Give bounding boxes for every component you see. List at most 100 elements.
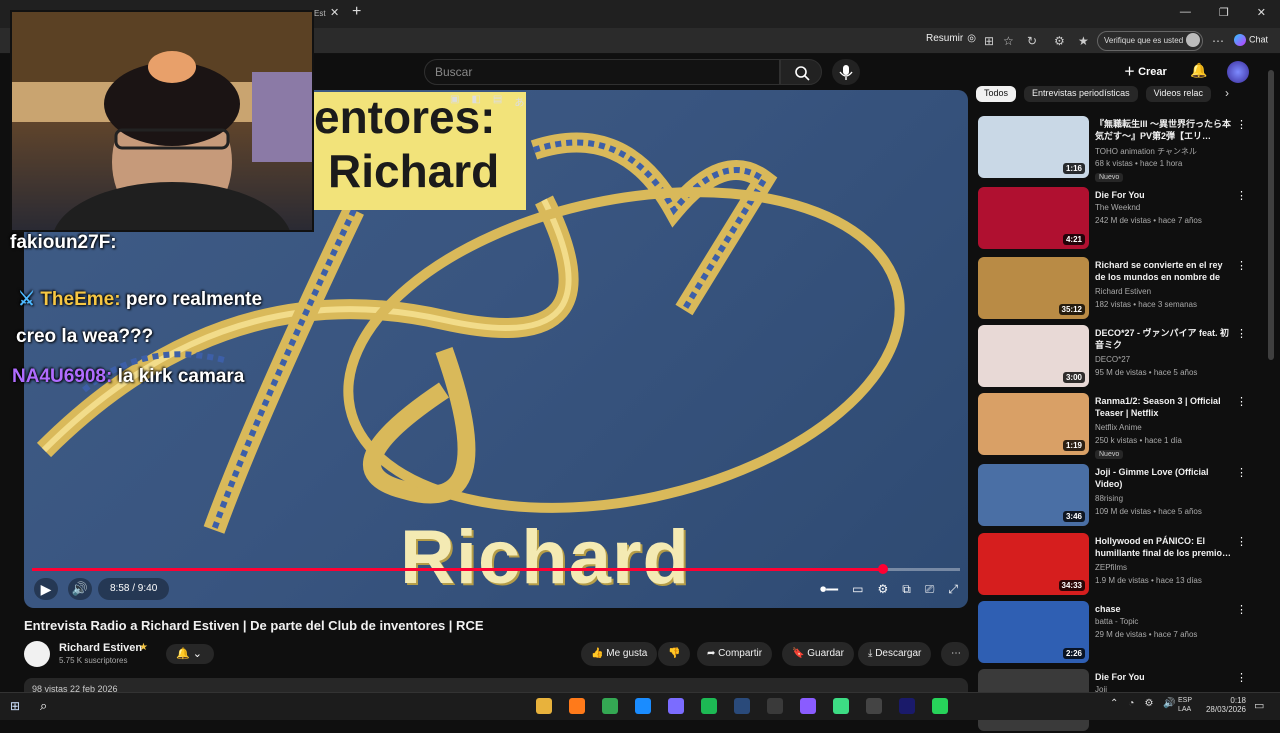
taskbar-app-icon[interactable] — [767, 698, 783, 714]
notifications-bell-icon[interactable]: 🔔 — [1190, 62, 1207, 79]
recommendation-item[interactable]: 34:33 Hollywood en PÁNICO: El humillante … — [978, 533, 1260, 597]
recommendation-title[interactable]: 『無職転生III ～異世界行ったら本気だす～』PV第2弾【エリ… — [1095, 118, 1233, 142]
picture-in-picture-icon[interactable]: ◧ — [471, 94, 480, 109]
download-button[interactable]: ⤓ Descargar — [858, 642, 932, 666]
recommendation-title[interactable]: Ranma1/2: Season 3 | Official Teaser | N… — [1095, 395, 1233, 419]
recommendation-channel[interactable]: 88rising — [1095, 494, 1123, 503]
extensions-icon[interactable]: ⚙ — [1054, 34, 1065, 48]
language-indicator[interactable]: ESP LAA — [1178, 696, 1192, 714]
reader-icon[interactable]: ⊞ — [984, 34, 994, 48]
taskbar-app-icon[interactable] — [635, 698, 651, 714]
taskbar-search-icon[interactable]: ⌕ — [40, 698, 47, 714]
more-vertical-icon[interactable]: ⋮ — [1236, 535, 1247, 548]
more-actions-button[interactable]: ⋯ — [941, 642, 969, 666]
chevron-right-icon[interactable]: › — [1225, 86, 1229, 100]
recommendation-thumbnail[interactable]: 3:00 — [978, 325, 1089, 387]
more-vertical-icon[interactable]: ⋮ — [1236, 466, 1247, 479]
recommendation-thumbnail[interactable]: 35:12 — [978, 257, 1089, 319]
recommendation-thumbnail[interactable]: 2:26 — [978, 601, 1089, 663]
taskbar-app-icon[interactable] — [602, 698, 618, 714]
chip-relacionados[interactable]: Videos relac — [1145, 86, 1211, 102]
tray-settings-icon[interactable]: ⚙ — [1144, 698, 1153, 709]
taskbar-app-icon[interactable] — [734, 698, 750, 714]
cast-icon[interactable]: ⎚ — [925, 582, 935, 597]
taskbar-app-icon[interactable] — [932, 698, 948, 714]
dislike-button[interactable]: 👎 — [658, 642, 690, 666]
recommendation-channel[interactable]: ZEPfilms — [1095, 563, 1127, 572]
notifications-icon[interactable]: ▭ — [1254, 699, 1264, 712]
recommendation-title[interactable]: Joji - Gimme Love (Official Video) — [1095, 466, 1233, 490]
more-vertical-icon[interactable]: ⋮ — [1236, 259, 1247, 272]
save-button[interactable]: 🔖 Guardar — [782, 642, 854, 666]
copilot-chat-button[interactable]: Chat — [1234, 34, 1268, 46]
chip-todos[interactable]: Todos — [976, 86, 1017, 102]
miniplayer-icon[interactable]: ⧉ — [902, 582, 911, 597]
recommendation-channel[interactable]: Netflix Anime — [1095, 423, 1142, 432]
recommendation-channel[interactable]: batta - Topic — [1095, 617, 1138, 626]
recommendation-title[interactable]: Die For You — [1095, 189, 1233, 201]
recommendation-thumbnail[interactable]: 3:46 — [978, 464, 1089, 526]
minimize-icon[interactable]: — — [1180, 6, 1191, 19]
chip-entrevistas[interactable]: Entrevistas periodísticas — [1024, 86, 1138, 102]
recommendation-thumbnail[interactable]: 34:33 — [978, 533, 1089, 595]
recommendation-title[interactable]: Die For You — [1095, 671, 1233, 683]
recommendation-title[interactable]: chase — [1095, 603, 1233, 615]
channel-name[interactable]: Richard Estiven — [59, 642, 142, 654]
subscription-bell-button[interactable]: 🔔 ⌄ — [166, 644, 214, 664]
taskbar-clock[interactable]: 0:18 28/03/2026 — [1200, 696, 1246, 714]
settings-gear-icon[interactable]: ⚙ — [877, 582, 888, 596]
recommendation-item[interactable]: 1:16 『無職転生III ～異世界行ったら本気だす～』PV第2弾【エリ… TOHO… — [978, 116, 1260, 182]
like-button[interactable]: 👍 Me gusta — [581, 642, 658, 666]
subtitles-icon[interactable]: ▭ — [852, 582, 863, 596]
recommendation-item[interactable]: 35:12 Richard se convierte en el rey de l… — [978, 257, 1260, 321]
recommendation-title[interactable]: Hollywood en PÁNICO: El humillante final… — [1095, 535, 1233, 559]
more-vertical-icon[interactable]: ⋮ — [1236, 189, 1247, 202]
tray-volume-icon[interactable]: 🔊 — [1163, 698, 1175, 709]
create-button[interactable]: ＋ Crear — [1124, 63, 1167, 79]
scrollbar[interactable] — [1268, 70, 1274, 360]
user-avatar[interactable] — [1227, 61, 1249, 83]
taskbar-app-icon[interactable] — [569, 698, 585, 714]
taskbar-app-icon[interactable] — [866, 698, 882, 714]
recommendation-thumbnail[interactable]: 1:16 — [978, 116, 1089, 178]
copy-text-icon[interactable]: ▤ — [493, 94, 502, 109]
taskbar-app-icon[interactable] — [800, 698, 816, 714]
voice-search-button[interactable] — [832, 59, 860, 85]
more-vertical-icon[interactable]: ⋮ — [1236, 395, 1247, 408]
windows-start-icon[interactable]: ⊞ — [10, 699, 20, 713]
recommendation-thumbnail[interactable]: 4:21 — [978, 187, 1089, 249]
recommendation-item[interactable]: 4:21 Die For You The Weeknd 242 M de vistas… — [978, 187, 1260, 251]
channel-avatar[interactable] — [24, 641, 50, 667]
taskbar-app-icon[interactable] — [833, 698, 849, 714]
maximize-icon[interactable]: ❐ — [1219, 6, 1229, 19]
refresh-icon[interactable]: ↻ — [1027, 34, 1037, 48]
recommendation-channel[interactable]: TOHO animation チャンネル — [1095, 146, 1197, 157]
recommendation-item[interactable]: 3:00 DECO*27 - ヴァンパイア feat. 初音ミク DECO*27 95… — [978, 325, 1260, 389]
window-close-icon[interactable]: ✕ — [1257, 6, 1266, 19]
recommendation-channel[interactable]: DECO*27 — [1095, 355, 1130, 364]
autoplay-toggle-icon[interactable]: ⏺━ — [820, 582, 838, 597]
volume-button[interactable]: 🔊 — [68, 578, 92, 600]
translate-icon[interactable]: あ — [514, 94, 524, 109]
tab-close-icon[interactable]: ✕ — [330, 6, 339, 19]
progress-scrubber[interactable] — [877, 564, 888, 574]
taskbar-app-icon[interactable] — [899, 698, 915, 714]
star-icon[interactable]: ☆ — [1003, 34, 1014, 48]
new-tab-button[interactable]: + — [352, 3, 361, 21]
recommendation-title[interactable]: Richard se convierte en el rey de los mu… — [1095, 259, 1233, 285]
search-button[interactable] — [780, 59, 822, 85]
tray-app-icon[interactable]: ◔ — [1128, 698, 1134, 709]
recommendation-thumbnail[interactable]: 1:19 — [978, 393, 1089, 455]
recommendation-channel[interactable]: Richard Estiven — [1095, 287, 1151, 296]
play-button[interactable]: ▶ — [34, 578, 58, 600]
recommendation-item[interactable]: 3:46 Joji - Gimme Love (Official Video) 88… — [978, 464, 1260, 528]
recommendation-item[interactable]: 2:26 chase batta - Topic 29 M de vistas • h… — [978, 601, 1260, 665]
recommendation-item[interactable]: 1:19 Ranma1/2: Season 3 | Official Teaser… — [978, 393, 1260, 459]
search-input[interactable]: Buscar — [424, 59, 780, 85]
screenshot-icon[interactable]: ▣ — [450, 94, 459, 109]
more-vertical-icon[interactable]: ⋮ — [1236, 327, 1247, 340]
taskbar-app-icon[interactable] — [701, 698, 717, 714]
more-vertical-icon[interactable]: ⋮ — [1236, 671, 1247, 684]
taskbar-app-icon[interactable] — [668, 698, 684, 714]
recommendation-channel[interactable]: The Weeknd — [1095, 203, 1140, 212]
